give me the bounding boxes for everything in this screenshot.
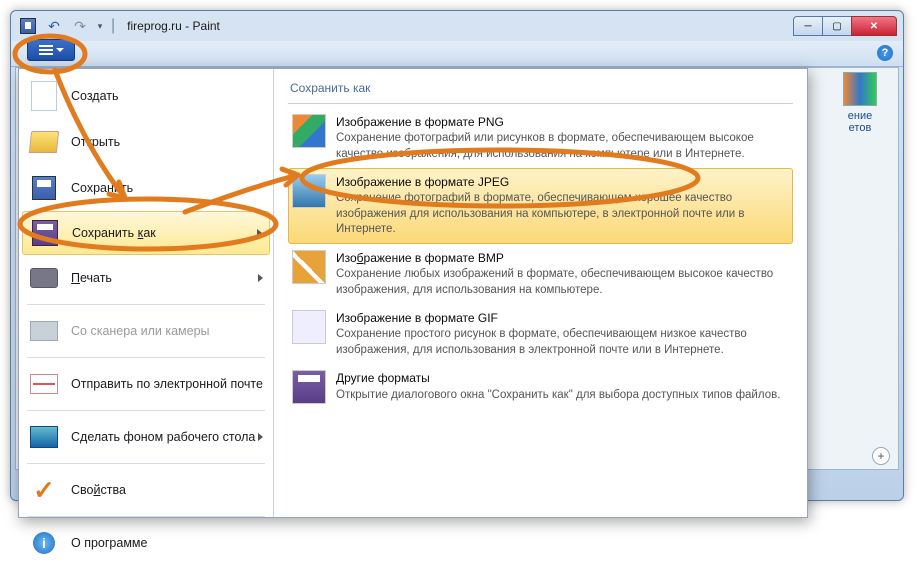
titlebar: ↶ ↷ ▾ | fireprog.ru - Paint ─ ▢ ✕ (11, 11, 903, 41)
paint-menu-button[interactable] (27, 39, 75, 61)
undo-icon: ↶ (48, 18, 60, 35)
zoom-in-button[interactable]: + (872, 447, 890, 465)
info-icon: i (29, 528, 59, 558)
format-item-png[interactable]: Изображение в формате PNG Сохранение фот… (288, 108, 793, 168)
qat-save-button[interactable] (17, 15, 39, 37)
menu-item-save[interactable]: Сохранить (19, 165, 273, 211)
other-formats-icon (292, 370, 326, 404)
edit-colors-button[interactable]: ение етов (830, 72, 890, 134)
chevron-down-icon (56, 48, 64, 52)
format-item-other[interactable]: Другие форматы Открытие диалогового окна… (288, 364, 793, 410)
window-title: fireprog.ru - Paint (127, 19, 220, 33)
menu-item-properties[interactable]: ✓ Свойства (19, 467, 273, 513)
format-desc: Сохранение простого рисунок в формате, о… (336, 327, 789, 358)
qat-undo-button[interactable]: ↶ (43, 15, 65, 37)
menu-separator (27, 410, 265, 411)
menu-separator (27, 304, 265, 305)
menu-item-label: Отправить по электронной почте (71, 377, 263, 391)
format-desc: Открытие диалогового окна "Сохранить как… (336, 388, 780, 404)
menu-item-scanner: Со сканера или камеры (19, 308, 273, 354)
chevron-down-icon: ▾ (98, 21, 103, 32)
menu-item-label: Сделать фоном рабочего стола (71, 430, 255, 444)
quick-access-toolbar: ↶ ↷ ▾ (17, 15, 105, 37)
menu-separator (27, 357, 265, 358)
open-icon (29, 127, 59, 157)
format-title: Изображение в формате PNG (336, 114, 789, 130)
format-title: Другие форматы (336, 370, 780, 386)
scanner-icon (29, 316, 59, 346)
menu-item-set-wallpaper[interactable]: Сделать фоном рабочего стола (19, 414, 273, 460)
minimize-button[interactable]: ─ (793, 16, 823, 36)
menu-item-open[interactable]: Открыть (19, 119, 273, 165)
window-controls: ─ ▢ ✕ (794, 16, 897, 36)
menu-item-send-email[interactable]: Отправить по электронной почте (19, 361, 273, 407)
chevron-right-icon (258, 433, 263, 441)
format-title: Изображение в формате JPEG (336, 174, 789, 190)
qat-redo-button[interactable]: ↷ (69, 15, 91, 37)
file-menu-list: Создать Открыть Сохранить Сохранить как … (19, 69, 274, 517)
bmp-icon (292, 250, 326, 284)
menu-item-label: Создать (71, 89, 119, 103)
menu-icon (39, 45, 53, 55)
close-button[interactable]: ✕ (851, 16, 897, 36)
jpeg-icon (292, 174, 326, 208)
format-item-gif[interactable]: Изображение в формате GIF Сохранение про… (288, 304, 793, 364)
format-item-jpeg[interactable]: Изображение в формате JPEG Сохранение фо… (288, 168, 793, 244)
format-title: Изображение в формате BMP (336, 250, 789, 266)
menu-item-label: Открыть (71, 135, 120, 149)
save-icon (29, 173, 59, 203)
chevron-right-icon (257, 229, 262, 237)
menu-item-label: Сохранить (71, 181, 133, 195)
print-icon (29, 263, 59, 293)
redo-icon: ↷ (74, 18, 86, 35)
png-icon (292, 114, 326, 148)
maximize-button[interactable]: ▢ (822, 16, 852, 36)
zoom-controls: + (872, 447, 890, 465)
check-icon: ✓ (29, 475, 59, 505)
minimize-icon: ─ (804, 21, 811, 32)
menu-item-about[interactable]: i О программе (19, 520, 273, 566)
menu-separator (27, 516, 265, 517)
email-icon (29, 369, 59, 399)
menu-item-label: Печать (71, 271, 112, 285)
maximize-icon: ▢ (832, 21, 841, 32)
menu-item-new[interactable]: Создать (19, 73, 273, 119)
close-icon: ✕ (870, 21, 878, 32)
submenu-title: Сохранить как (288, 77, 793, 104)
format-desc: Сохранение фотографий или рисунков в фор… (336, 131, 789, 162)
new-icon (29, 81, 59, 111)
ribbon: ? (11, 41, 903, 67)
format-item-bmp[interactable]: Изображение в формате BMP Сохранение люб… (288, 244, 793, 304)
right-panel-line2: етов (830, 122, 890, 134)
save-icon (20, 18, 36, 34)
menu-item-label: Сохранить как (72, 226, 156, 240)
menu-item-print[interactable]: Печать (19, 255, 273, 301)
help-button[interactable]: ? (877, 45, 893, 61)
format-desc: Сохранение любых изображений в формате, … (336, 267, 789, 298)
chevron-right-icon (258, 274, 263, 282)
menu-separator (27, 463, 265, 464)
right-panel-line1: ение (830, 110, 890, 122)
format-desc: Сохранение фотографий в формате, обеспеч… (336, 191, 789, 238)
gif-icon (292, 310, 326, 344)
menu-item-save-as[interactable]: Сохранить как (22, 211, 270, 255)
menu-item-label: Со сканера или камеры (71, 324, 210, 338)
format-title: Изображение в формате GIF (336, 310, 789, 326)
menu-item-label: Свойства (71, 483, 126, 497)
file-menu-dropdown: Создать Открыть Сохранить Сохранить как … (18, 68, 808, 518)
save-as-icon (30, 218, 60, 248)
rainbow-icon (843, 72, 877, 106)
menu-item-label: О программе (71, 536, 147, 550)
save-as-submenu: Сохранить как Изображение в формате PNG … (274, 69, 807, 517)
wallpaper-icon (29, 422, 59, 452)
qat-customize-button[interactable]: ▾ (95, 15, 105, 37)
